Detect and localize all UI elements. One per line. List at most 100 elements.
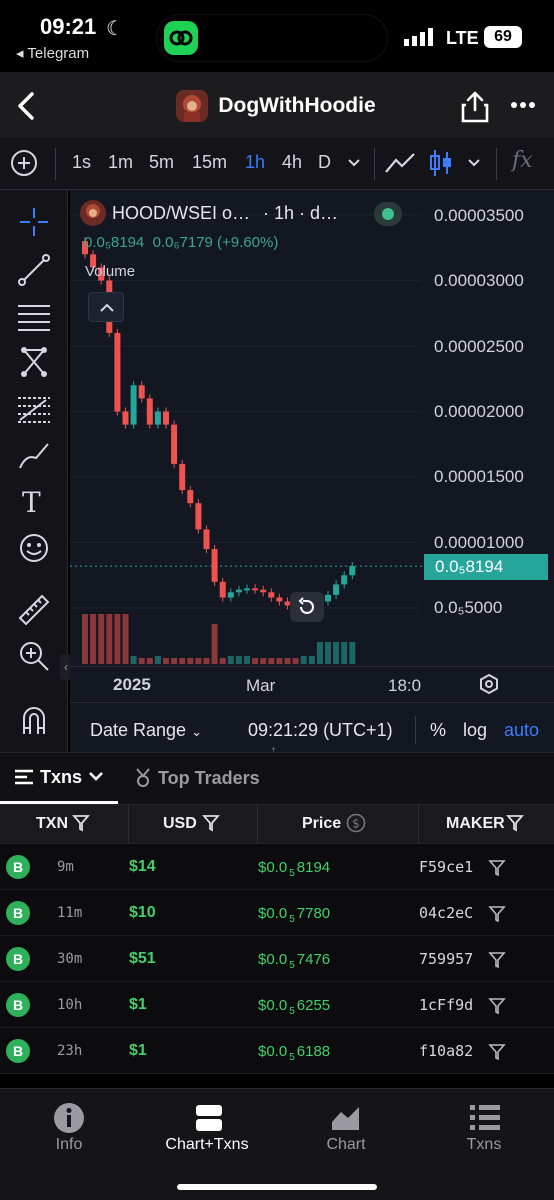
txn-maker[interactable]: f10a82 [419, 1042, 473, 1060]
timeframe-1s[interactable]: 1s [72, 152, 91, 173]
split-view-icon[interactable] [195, 1104, 223, 1137]
reset-chart-icon[interactable] [290, 592, 324, 622]
volume-bar [333, 642, 340, 664]
timeframe-1h[interactable]: 1h [245, 152, 265, 173]
chevron-down-icon[interactable] [346, 156, 362, 174]
menu-lines-icon [14, 768, 34, 791]
candle [203, 529, 210, 550]
volume-bar [292, 658, 299, 664]
filter-icon[interactable] [72, 814, 90, 837]
ruler-icon[interactable] [18, 594, 50, 631]
chevron-down-icon[interactable] [466, 156, 482, 174]
candle [268, 592, 275, 598]
volume-bar [82, 614, 88, 664]
nav-chart[interactable]: Chart [277, 1136, 415, 1154]
time-axis-divider [70, 666, 554, 667]
back-to-telegram[interactable]: ◂ Telegram [16, 44, 89, 62]
filter-icon[interactable] [488, 951, 506, 974]
collapse-legend-icon[interactable] [88, 292, 124, 322]
formula-icon[interactable]: fx [512, 148, 533, 173]
volume-bar [138, 658, 145, 664]
candle [130, 385, 137, 425]
tab-txns[interactable]: Txns [40, 767, 82, 788]
txn-usd: $10 [129, 904, 156, 921]
candles-icon[interactable] [428, 148, 454, 183]
add-indicator-icon[interactable] [10, 149, 38, 182]
chart-settings-icon[interactable] [478, 673, 500, 700]
filter-icon[interactable] [202, 814, 220, 837]
nav-txns[interactable]: Txns [415, 1136, 553, 1154]
candle [211, 549, 218, 582]
filter-icon[interactable] [506, 814, 524, 837]
info-icon[interactable] [53, 1102, 85, 1139]
percent-toggle[interactable]: % [430, 720, 446, 741]
parallel-lines-icon[interactable] [16, 300, 52, 337]
volume-bar [98, 614, 105, 664]
time-tick: Mar [246, 676, 276, 695]
txn-maker[interactable]: 04c2eC [419, 904, 473, 922]
currency-toggle-icon[interactable]: $ [346, 813, 366, 838]
candle [163, 411, 169, 425]
volume-bar [276, 658, 283, 664]
price-tick: 0.00001000 [434, 533, 524, 552]
txn-maker[interactable]: 759957 [419, 950, 473, 968]
filter-icon[interactable] [488, 905, 506, 928]
timeframe-4h[interactable]: 4h [282, 152, 302, 173]
share-icon[interactable] [460, 90, 490, 129]
network-type: LTE [446, 28, 479, 48]
filter-icon[interactable] [488, 1043, 506, 1066]
chart-clock: 09:21:29 (UTC+1) [248, 720, 393, 740]
timeframe-1m[interactable]: 1m [108, 152, 133, 173]
buy-badge: B [6, 901, 30, 925]
column-divider [257, 804, 258, 844]
volume-bar [154, 656, 161, 664]
fib-retracement-icon[interactable] [16, 394, 52, 429]
date-range-button[interactable]: Date Range ⌄ [90, 720, 202, 741]
zoom-in-icon[interactable] [18, 640, 50, 677]
tab-top-traders[interactable]: Top Traders [158, 768, 260, 789]
txn-price: $0.0 5 7780 [258, 905, 331, 925]
nav-chart-txns[interactable]: Chart+Txns [138, 1136, 276, 1154]
crosshair-icon[interactable] [18, 206, 50, 243]
txn-age: 23h [57, 1043, 83, 1059]
volume-bar [163, 658, 169, 664]
buy-badge: B [6, 855, 30, 879]
timeframe-5m[interactable]: 5m [149, 152, 174, 173]
log-toggle[interactable]: log [463, 720, 487, 741]
candlestick-chart[interactable] [70, 190, 554, 702]
trend-line-icon[interactable] [18, 254, 50, 291]
filter-icon[interactable] [488, 859, 506, 882]
home-indicator [177, 1184, 377, 1190]
market-status-icon[interactable] [374, 202, 402, 226]
volume-bar [114, 614, 121, 664]
volume-bar [187, 658, 194, 664]
more-icon[interactable] [510, 95, 538, 120]
candle [349, 566, 356, 576]
price-chart[interactable] [70, 190, 554, 702]
pattern-icon[interactable] [18, 346, 50, 383]
area-chart-icon[interactable] [331, 1104, 361, 1137]
text-tool-icon[interactable]: T [22, 486, 41, 519]
emoji-icon[interactable] [18, 532, 50, 569]
price-tick: 0.0₅5000 [434, 598, 503, 617]
magnet-icon[interactable] [18, 704, 50, 741]
list-icon[interactable] [470, 1104, 500, 1137]
candle [227, 592, 234, 598]
nav-info[interactable]: Info [0, 1136, 138, 1154]
timeframe-d[interactable]: D [318, 152, 331, 173]
timeframe-15m[interactable]: 15m [192, 152, 227, 173]
volume-bar [122, 614, 129, 664]
line-chart-icon[interactable] [384, 150, 416, 181]
txn-maker[interactable]: 1cFf9d [419, 996, 473, 1014]
moon-icon: ☾ [106, 18, 124, 40]
brush-icon[interactable] [18, 440, 50, 477]
buy-badge: B [6, 993, 30, 1017]
auto-toggle[interactable]: auto [504, 720, 539, 741]
chevron-down-icon[interactable] [88, 770, 104, 788]
txn-maker[interactable]: F59ce1 [419, 858, 473, 876]
footer-divider [415, 716, 416, 744]
col-txn: TXN [36, 815, 68, 832]
filter-icon[interactable] [488, 997, 506, 1020]
battery-icon: 69 [484, 26, 522, 48]
col-price: Price [302, 815, 342, 832]
